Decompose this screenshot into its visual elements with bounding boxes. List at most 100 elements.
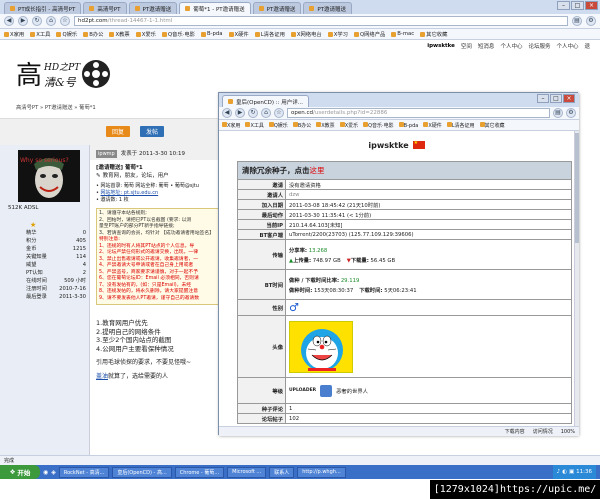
outer-tab[interactable]: PT邀请赠送: [303, 2, 353, 14]
taskbar-item[interactable]: Microsoft ...: [227, 466, 267, 478]
bookmark-item[interactable]: X硬件: [228, 30, 249, 38]
close-icon[interactable]: ×: [563, 94, 575, 103]
close-icon[interactable]: ×: [585, 1, 598, 10]
bookmark-item[interactable]: L清各证用: [254, 30, 285, 38]
bookmark-item[interactable]: X学习: [327, 30, 348, 38]
bookmark-item[interactable]: Q音乐·电影: [363, 121, 394, 129]
star-icon[interactable]: ☆: [60, 16, 70, 26]
site-logo[interactable]: 高 HD之PT 清&号: [14, 52, 114, 98]
forward-icon[interactable]: ▶: [18, 16, 28, 26]
bookmark-item[interactable]: 其它收藏: [479, 121, 505, 129]
bookmark-item[interactable]: L清各证用: [446, 121, 475, 129]
taskbar-item[interactable]: 联系人: [269, 466, 295, 478]
clock[interactable]: 11:36: [576, 469, 592, 475]
top-link[interactable]: 论坛服务: [528, 42, 550, 50]
bookmark-item[interactable]: X工具: [30, 30, 50, 38]
top-link[interactable]: 个人中心: [500, 42, 522, 50]
stat-value: 0: [82, 230, 86, 236]
popup-tab[interactable]: 皇后(OpenCD) :: 用户详...: [222, 95, 310, 107]
taskbar-item[interactable]: RockNet - 高清...: [58, 466, 110, 478]
page-menu-icon[interactable]: ▤: [572, 16, 582, 26]
quicklaunch-icon[interactable]: ◉: [43, 469, 48, 476]
outer-tab[interactable]: PT邀请赠送: [128, 2, 178, 14]
page-menu-icon[interactable]: ▤: [553, 108, 563, 118]
bookmark-item[interactable]: Q网络产品: [353, 30, 385, 38]
home-icon[interactable]: ⌂: [261, 108, 271, 118]
popup-tab-strip: 皇后(OpenCD) :: 用户详...: [219, 93, 579, 107]
requirements-list: 1.教育网用户优先 2.提明自己的网络条件 3.至少2个国内站点的截图 4.公网用户主…: [96, 319, 221, 353]
reload-icon[interactable]: ↻: [248, 108, 258, 118]
minimize-icon[interactable]: –: [537, 94, 549, 103]
bookmark-item[interactable]: B办公: [83, 30, 103, 38]
bookmark-item[interactable]: B-mac: [391, 31, 414, 37]
bookmark-item[interactable]: X爱乐: [135, 30, 156, 38]
bookmark-item[interactable]: B办公: [292, 121, 311, 129]
outer-tab-active[interactable]: 葡萄*1 - PT邀请赠送: [179, 2, 251, 14]
row-value[interactable]: dzw: [286, 190, 571, 199]
taskbar-item[interactable]: 皇后(OpenCD) - 高...: [112, 466, 172, 478]
taskbar-item[interactable]: Chrome - 葡萄...: [174, 466, 225, 478]
maximize-icon[interactable]: □: [550, 94, 562, 103]
top-link[interactable]: 退: [584, 42, 590, 50]
favicon-icon: [89, 6, 95, 11]
poster-name[interactable]: ipwmp: [96, 150, 117, 158]
doraemon-avatar[interactable]: [289, 320, 353, 373]
row-transfer: 传输 分享率: 13.268 ▲上传量: 748.97 GB ▼下载量: 56.…: [237, 240, 572, 270]
cleanup-link[interactable]: 这里: [310, 166, 325, 175]
popup-scrollbar[interactable]: [574, 131, 579, 426]
back-icon[interactable]: ◀: [222, 108, 232, 118]
minimize-icon[interactable]: –: [557, 1, 570, 10]
bookmark-item[interactable]: Q音乐·电影: [161, 30, 195, 38]
site-url-link[interactable]: 网站地址: pt.sjtu.edu.cn: [101, 190, 159, 196]
detail-row: 最后动作 2011-03-30 11:35:41 (< 1分前): [237, 210, 572, 220]
reload-icon[interactable]: ↻: [32, 16, 42, 26]
bookmark-item[interactable]: 其它收藏: [420, 30, 447, 38]
popup-address-bar[interactable]: open.cd/userdetails.php?id=22886: [287, 108, 550, 118]
outer-tab[interactable]: PT邀请赠送: [252, 2, 302, 14]
user-details-page: ipwsktke 清除冗余种子，点击这里 邀请没有邀请资格邀请人dzw加入日期2…: [219, 131, 574, 426]
poster-avatar[interactable]: Why so serious?: [18, 150, 80, 202]
bookmark-item[interactable]: X工具: [245, 121, 264, 129]
star-icon[interactable]: ☆: [274, 108, 284, 118]
back-icon[interactable]: ◀: [4, 16, 14, 26]
new-post-button[interactable]: 发帖: [140, 126, 165, 137]
current-user[interactable]: ipwsktke: [427, 43, 455, 49]
bookmark-item[interactable]: X教票: [316, 121, 335, 129]
tray-icon[interactable]: ▣: [569, 469, 574, 475]
bookmark-item[interactable]: X爱乐: [339, 121, 358, 129]
bookmark-label: X爱乐: [141, 32, 156, 38]
foot-link[interactable]: 盖油: [96, 373, 108, 380]
start-button[interactable]: ❖ 开始: [0, 465, 40, 479]
bookmark-item[interactable]: Q娱乐: [268, 121, 288, 129]
wrench-icon[interactable]: ⚙: [586, 16, 596, 26]
top-link[interactable]: 空间: [461, 42, 472, 50]
folder-icon: [327, 31, 333, 37]
maximize-icon[interactable]: □: [571, 1, 584, 10]
wrench-icon[interactable]: ⚙: [566, 108, 576, 118]
reply-button[interactable]: 回复: [106, 126, 131, 137]
bookmark-item[interactable]: X家用: [222, 121, 240, 129]
tray-icon[interactable]: ◐: [562, 469, 567, 475]
bookmark-item[interactable]: X网络电台: [290, 30, 322, 38]
bookmark-item[interactable]: B-pda: [398, 121, 418, 129]
scrollbar-thumb[interactable]: [575, 133, 579, 243]
taskbar-item[interactable]: http://p.whgh...: [297, 466, 346, 478]
status-item[interactable]: 下载内容: [505, 428, 525, 435]
bookmark-item[interactable]: X家用: [4, 30, 24, 38]
outer-tab[interactable]: PT成长指引 - 高清号PT: [4, 2, 82, 14]
forward-icon[interactable]: ▶: [235, 108, 245, 118]
quicklaunch-icon[interactable]: ◈: [51, 469, 56, 476]
top-link[interactable]: 短消息: [478, 42, 495, 50]
address-bar[interactable]: hd2pt.com/thread-14467-1-1.html: [74, 16, 568, 26]
tray-icon[interactable]: ♪: [557, 469, 561, 475]
bookmark-item[interactable]: Q娱乐: [56, 30, 77, 38]
bookmark-item[interactable]: X硬件: [423, 121, 442, 129]
home-icon[interactable]: ⌂: [46, 16, 56, 26]
outer-tab[interactable]: 高清号PT: [83, 2, 127, 14]
bookmark-item[interactable]: X教票: [109, 30, 130, 38]
bookmark-item[interactable]: B-pda: [200, 31, 223, 37]
status-item[interactable]: 访问情况: [533, 428, 553, 435]
breadcrumb[interactable]: 高清号PT » PT邀请赠送 » 葡萄*1: [16, 103, 216, 111]
up-down: ▲上传量: 748.97 GB ▼下载量: 56.45 GB: [289, 256, 395, 264]
top-link[interactable]: 个人中心: [556, 42, 578, 50]
